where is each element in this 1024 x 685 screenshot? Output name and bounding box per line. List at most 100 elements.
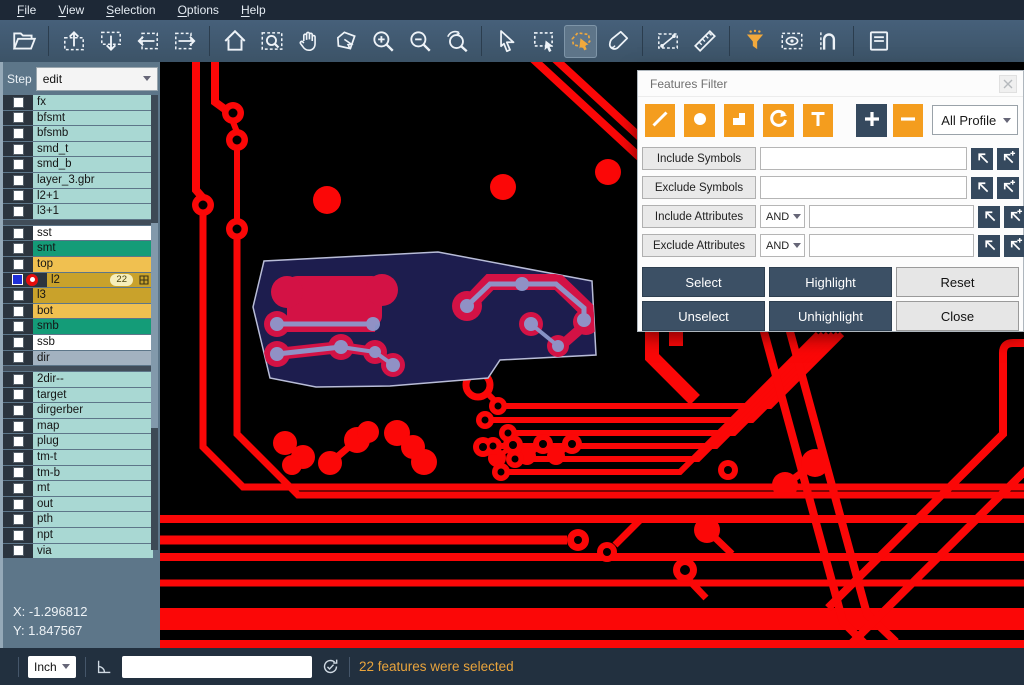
pan-left-button[interactable] bbox=[131, 25, 164, 58]
layer-name-cell[interactable]: smd_t bbox=[33, 142, 153, 157]
layer-visibility-checkbox[interactable] bbox=[13, 159, 24, 170]
exclude-symbols-input[interactable] bbox=[760, 176, 967, 199]
layer-visibility-checkbox[interactable] bbox=[13, 499, 24, 510]
layer-name-cell[interactable]: ssb bbox=[33, 335, 153, 350]
layer-row-smd-t[interactable]: smd_t bbox=[3, 142, 153, 157]
select-polygon-button[interactable] bbox=[564, 25, 597, 58]
layer-row-l2-1[interactable]: l2+1 bbox=[3, 189, 153, 204]
layer-visibility-checkbox[interactable] bbox=[13, 306, 24, 317]
layer-name-cell[interactable]: l222 bbox=[47, 273, 153, 288]
dialog-titlebar[interactable]: Features Filter bbox=[638, 71, 1023, 97]
filter-line-button[interactable] bbox=[645, 104, 675, 137]
layer-visibility-checkbox[interactable] bbox=[13, 530, 24, 541]
layer-row-dirgerber[interactable]: dirgerber bbox=[3, 403, 153, 418]
layer-visibility-checkbox[interactable] bbox=[13, 243, 24, 254]
layer-name-cell[interactable]: sst bbox=[33, 226, 153, 241]
filter-minus-button[interactable] bbox=[893, 104, 923, 137]
measure-distance-button[interactable] bbox=[651, 25, 684, 58]
snap-mode-button[interactable] bbox=[812, 25, 845, 58]
unselect-button[interactable]: Unselect bbox=[642, 301, 765, 331]
menu-file[interactable]: File bbox=[6, 1, 47, 20]
pick-from-canvas-button[interactable] bbox=[971, 177, 993, 199]
menu-selection[interactable]: Selection bbox=[95, 1, 166, 20]
layer-visibility-checkbox[interactable] bbox=[13, 405, 24, 416]
layer-visibility-checkbox[interactable] bbox=[13, 206, 24, 217]
layer-row-l2[interactable]: l222 bbox=[3, 273, 153, 288]
pick-add-from-canvas-button[interactable] bbox=[997, 177, 1019, 199]
exclude-symbols-button[interactable]: Exclude Symbols bbox=[642, 176, 756, 199]
view-options-button[interactable] bbox=[775, 25, 808, 58]
pick-from-canvas-button[interactable] bbox=[978, 235, 1000, 257]
step-select[interactable]: edit bbox=[36, 67, 158, 91]
layer-name-cell[interactable]: plug bbox=[33, 434, 153, 449]
layer-row-map[interactable]: map bbox=[3, 419, 153, 434]
filter-plus-button[interactable] bbox=[856, 104, 886, 137]
zoom-polygon-button[interactable] bbox=[329, 25, 362, 58]
home-view-button[interactable] bbox=[218, 25, 251, 58]
zoom-previous-button[interactable] bbox=[440, 25, 473, 58]
layer-row-top[interactable]: top bbox=[3, 257, 153, 272]
grid-icon[interactable] bbox=[139, 275, 149, 285]
menu-help[interactable]: Help bbox=[230, 1, 277, 20]
layer-name-cell[interactable]: mt bbox=[33, 481, 153, 496]
layer-row-bfsmt[interactable]: bfsmt bbox=[3, 111, 153, 126]
layer-row-smb[interactable]: smb bbox=[3, 319, 153, 334]
filter-pad-button[interactable] bbox=[684, 104, 714, 137]
paint-brush-button[interactable] bbox=[601, 25, 634, 58]
layer-visibility-checkbox[interactable] bbox=[13, 483, 24, 494]
filter-text-button[interactable] bbox=[803, 104, 833, 137]
layer-name-cell[interactable]: bfsmb bbox=[33, 126, 153, 141]
pan-down-button[interactable] bbox=[94, 25, 127, 58]
layer-visibility-checkbox[interactable] bbox=[13, 144, 24, 155]
select-button[interactable]: Select bbox=[642, 267, 765, 297]
layer-visibility-checkbox[interactable] bbox=[13, 259, 24, 270]
layer-visibility-checkbox[interactable] bbox=[13, 374, 24, 385]
layer-name-cell[interactable]: fx bbox=[33, 95, 153, 110]
layer-visibility-checkbox[interactable] bbox=[12, 274, 23, 285]
layer-name-cell[interactable]: out bbox=[33, 497, 153, 512]
include-attributes-input[interactable] bbox=[809, 205, 974, 228]
layer-name-cell[interactable]: smt bbox=[33, 241, 153, 256]
layer-visibility-checkbox[interactable] bbox=[13, 467, 24, 478]
layer-name-cell[interactable]: via bbox=[33, 544, 153, 559]
layer-visibility-checkbox[interactable] bbox=[13, 545, 24, 556]
layer-visibility-checkbox[interactable] bbox=[13, 97, 24, 108]
layer-name-cell[interactable]: pth bbox=[33, 512, 153, 527]
profile-select[interactable]: All Profile bbox=[932, 105, 1018, 135]
layer-name-cell[interactable]: l3 bbox=[33, 288, 153, 303]
close-icon[interactable] bbox=[999, 75, 1017, 93]
highlight-button[interactable]: Highlight bbox=[769, 267, 892, 297]
layer-name-cell[interactable]: tm-b bbox=[33, 466, 153, 481]
layer-visibility-checkbox[interactable] bbox=[13, 514, 24, 525]
selection-polygon[interactable] bbox=[253, 252, 599, 387]
layer-visibility-checkbox[interactable] bbox=[13, 352, 24, 363]
layers-panel-button[interactable] bbox=[862, 25, 895, 58]
layer-list-scrollbar[interactable] bbox=[151, 95, 158, 550]
layer-row-via[interactable]: via bbox=[3, 544, 153, 559]
select-pointer-button[interactable] bbox=[490, 25, 523, 58]
close-button[interactable]: Close bbox=[896, 301, 1019, 331]
exclude-attributes-input[interactable] bbox=[809, 234, 974, 257]
open-file-button[interactable] bbox=[7, 25, 40, 58]
pan-up-button[interactable] bbox=[57, 25, 90, 58]
layer-visibility-checkbox[interactable] bbox=[13, 228, 24, 239]
pan-right-button[interactable] bbox=[168, 25, 201, 58]
layer-visibility-checkbox[interactable] bbox=[13, 452, 24, 463]
layer-name-cell[interactable]: 2dir-- bbox=[33, 372, 153, 387]
filter-arc-button[interactable] bbox=[763, 104, 793, 137]
features-filter-button[interactable] bbox=[738, 25, 771, 58]
layer-name-cell[interactable]: target bbox=[33, 388, 153, 403]
layer-visibility-checkbox[interactable] bbox=[13, 436, 24, 447]
layer-name-cell[interactable]: top bbox=[33, 257, 153, 272]
filter-surface-button[interactable] bbox=[724, 104, 754, 137]
zoom-in-button[interactable] bbox=[366, 25, 399, 58]
include-attributes-button[interactable]: Include Attributes bbox=[642, 205, 756, 228]
pick-from-canvas-button[interactable] bbox=[978, 206, 1000, 228]
unhighlight-button[interactable]: Unhighlight bbox=[769, 301, 892, 331]
layer-row-out[interactable]: out bbox=[3, 497, 153, 512]
layer-visibility-checkbox[interactable] bbox=[13, 337, 24, 348]
layer-visibility-checkbox[interactable] bbox=[13, 190, 24, 201]
refresh-icon[interactable] bbox=[321, 657, 340, 676]
layer-name-cell[interactable]: l3+1 bbox=[33, 204, 153, 219]
reset-button[interactable]: Reset bbox=[896, 267, 1019, 297]
